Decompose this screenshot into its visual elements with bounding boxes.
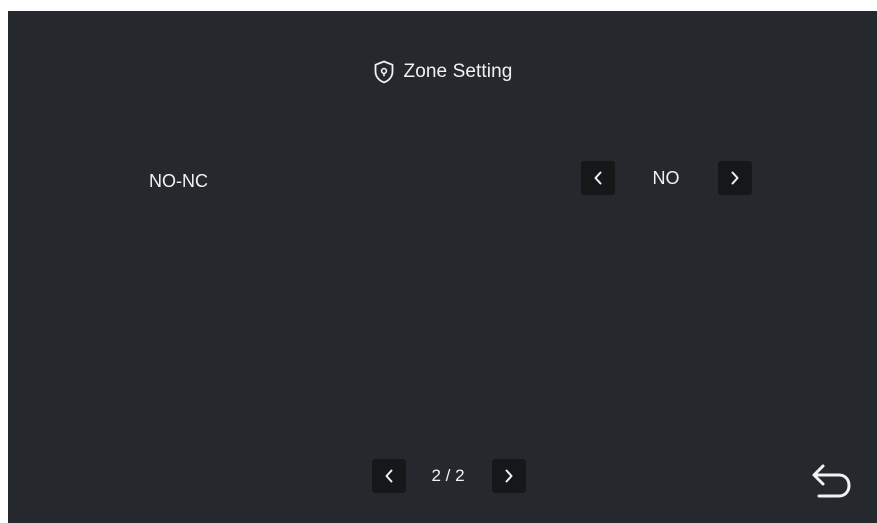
back-arrow-icon (812, 464, 851, 498)
chevron-left-icon (385, 469, 393, 483)
page-title: Zone Setting (403, 61, 513, 82)
page-header: Zone Setting (8, 57, 877, 87)
page-prev-button[interactable] (372, 459, 406, 493)
setting-prev-button[interactable] (581, 161, 615, 195)
setting-value: NO (652, 168, 680, 188)
chevron-right-icon (731, 171, 739, 185)
shield-icon (374, 60, 393, 84)
setting-label-no-nc: NO-NC (149, 171, 208, 191)
zone-setting-screen: Zone Setting NO-NC NO 2 / 2 (8, 11, 877, 523)
chevron-left-icon (594, 171, 602, 185)
setting-next-button[interactable] (718, 161, 752, 195)
back-button[interactable] (803, 458, 859, 504)
page-indicator: 2 / 2 (431, 466, 465, 485)
page-next-button[interactable] (492, 459, 526, 493)
chevron-right-icon (505, 469, 513, 483)
